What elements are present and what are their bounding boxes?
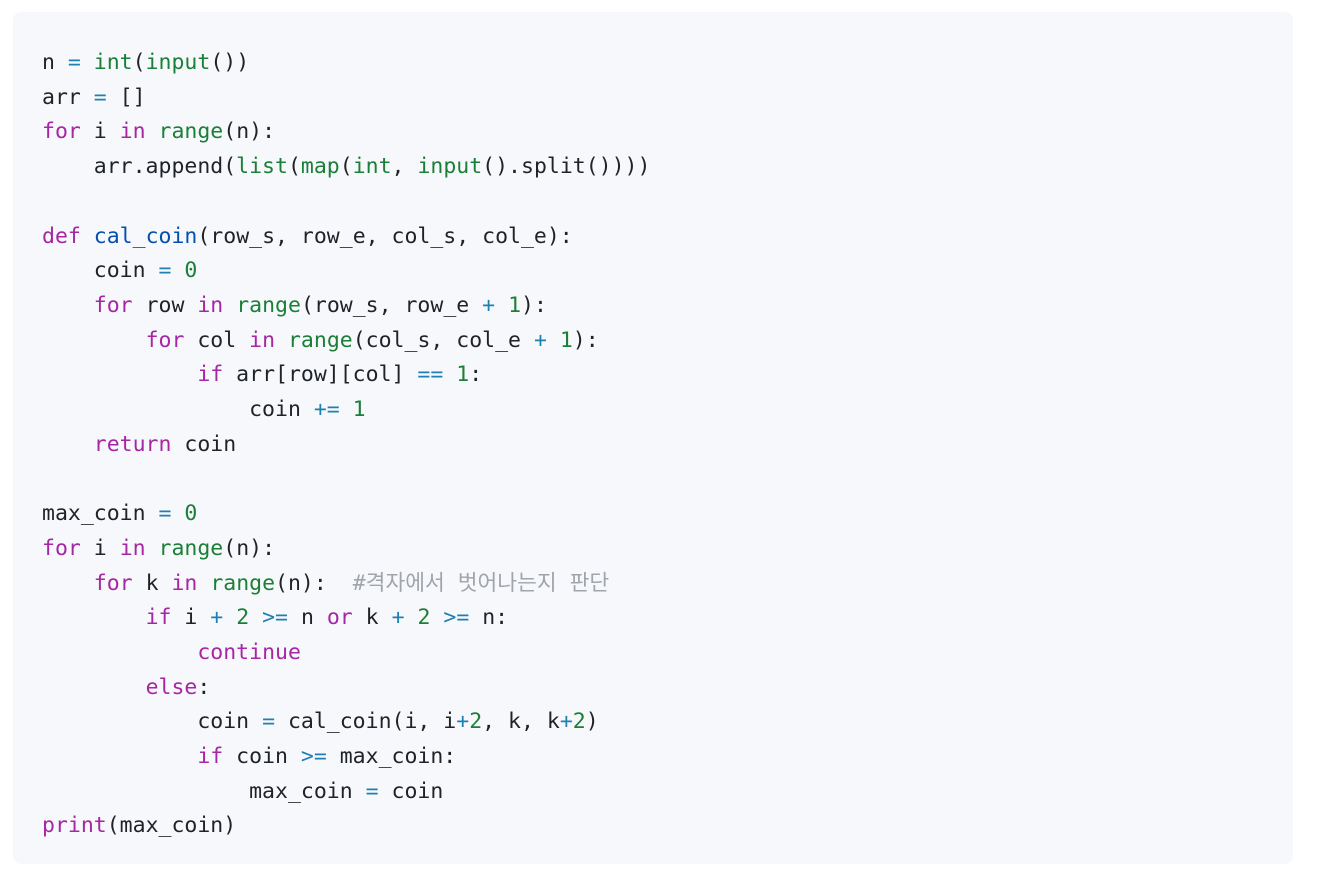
code-line: def cal_coin(row_s, row_e, col_s, col_e)… — [42, 223, 573, 249]
code-line: coin = 0 — [42, 258, 198, 284]
code-line: for i in range(n): — [42, 535, 276, 561]
code-line: continue — [197, 639, 301, 665]
code-block: n = int(input()) arr = [] for i in range(n… — [13, 12, 1293, 864]
inline-comment: #격자에서 벗어나는지 판단 — [352, 570, 610, 596]
code-line: n = int(input()) — [42, 50, 250, 75]
code-line: print(max_coin) — [42, 813, 237, 839]
code-line: for row in range(row_s, row_e + 1): — [93, 292, 547, 318]
code-line: arr = [] — [42, 84, 146, 110]
code-line: for i in range(n): — [42, 119, 276, 145]
code-line: if arr[row][col] == 1: — [197, 362, 483, 388]
code-line: arr.append(list(map(int, input().split()… — [42, 154, 651, 180]
code-line: coin = cal_coin(i, i+2, k, k+2) — [42, 709, 599, 735]
code-line: if i + 2 >= n or k + 2 >= n: — [145, 605, 509, 631]
code-line: for k in range(n): #격자에서 벗어나는지 판단 — [93, 570, 610, 596]
code-line: coin += 1 — [42, 397, 366, 423]
code-line: if coin >= max_coin: — [197, 744, 457, 770]
code-content[interactable]: n = int(input()) arr = [] for i in range(n… — [13, 12, 1293, 844]
code-line: max_coin = 0 — [42, 501, 198, 527]
code-line: else: — [145, 674, 211, 700]
code-line: for col in range(col_s, col_e + 1): — [145, 327, 599, 353]
code-line: max_coin = coin — [42, 778, 444, 804]
code-line: return coin — [93, 431, 237, 457]
